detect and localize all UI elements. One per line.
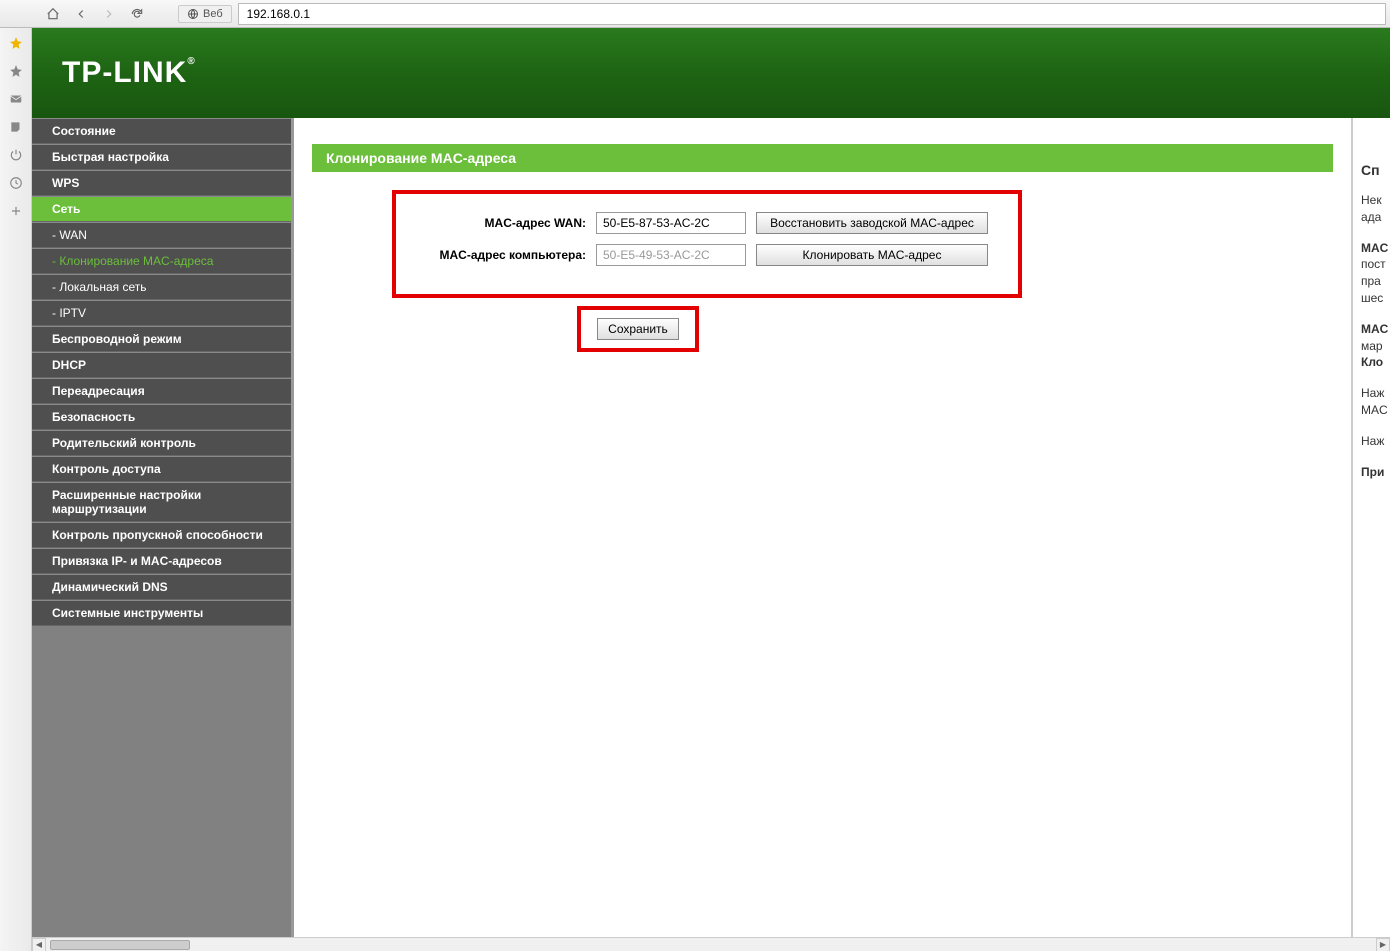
sidebar-item-access-control[interactable]: Контроль доступа [32, 456, 291, 482]
sidebar-menu: Состояние Быстрая настройка WPS Сеть - W… [32, 118, 294, 937]
favorites-gold-icon[interactable] [7, 34, 25, 52]
sidebar-item-wireless[interactable]: Беспроводной режим [32, 326, 291, 352]
sidebar-item-system-tools[interactable]: Системные инструменты [32, 600, 291, 626]
sidebar-item-status[interactable]: Состояние [32, 118, 291, 144]
sidebar-item-routing[interactable]: Расширенные настройки маршрутизации [32, 482, 291, 522]
back-icon[interactable] [70, 3, 92, 25]
pc-mac-row: MAC-адрес компьютера: Клонировать MAC-ад… [426, 244, 988, 266]
scroll-track[interactable] [46, 939, 1376, 951]
address-prefix-label: Веб [203, 8, 223, 20]
sidebar-item-mac-clone[interactable]: - Клонирование MAC-адреса [32, 248, 291, 274]
save-highlight: Сохранить [577, 306, 699, 352]
mail-icon[interactable] [7, 90, 25, 108]
address-bar[interactable] [238, 3, 1386, 25]
sidebar-item-bandwidth[interactable]: Контроль пропускной способности [32, 522, 291, 548]
wan-mac-input[interactable] [596, 212, 746, 234]
sidebar-item-forwarding[interactable]: Переадресация [32, 378, 291, 404]
note-icon[interactable] [7, 118, 25, 136]
router-header: TP-LINK® [32, 28, 1390, 118]
home-icon[interactable] [42, 3, 64, 25]
sidebar-item-wan[interactable]: - WAN [32, 222, 291, 248]
sidebar-item-parental[interactable]: Родительский контроль [32, 430, 291, 456]
restore-mac-button[interactable]: Восстановить заводской MAC-адрес [756, 212, 988, 234]
sidebar-item-security[interactable]: Безопасность [32, 404, 291, 430]
wan-mac-label: MAC-адрес WAN: [426, 216, 586, 230]
tp-link-logo: TP-LINK® [62, 56, 196, 90]
sidebar-item-wps[interactable]: WPS [32, 170, 291, 196]
clone-mac-button[interactable]: Клонировать MAC-адрес [756, 244, 988, 266]
sidebar-item-ddns[interactable]: Динамический DNS [32, 574, 291, 600]
help-panel: Сп Нек ада MAC пост пра шес MAC мар Кло … [1352, 118, 1390, 937]
scroll-right-icon[interactable]: ▶ [1376, 938, 1390, 951]
save-button[interactable]: Сохранить [597, 318, 679, 340]
plus-icon[interactable] [7, 202, 25, 220]
sidebar-item-network[interactable]: Сеть [32, 196, 291, 222]
browser-toolbar: Веб [0, 0, 1390, 28]
wan-mac-row: MAC-адрес WAN: Восстановить заводской MA… [426, 212, 988, 234]
forward-icon[interactable] [98, 3, 120, 25]
sidebar-item-dhcp[interactable]: DHCP [32, 352, 291, 378]
sidebar-item-lan[interactable]: - Локальная сеть [32, 274, 291, 300]
pc-mac-input [596, 244, 746, 266]
section-title: Клонирование MAC-адреса [312, 144, 1333, 172]
main-content: Клонирование MAC-адреса MAC-адрес WAN: В… [294, 118, 1352, 937]
globe-icon [187, 8, 199, 20]
reload-icon[interactable] [126, 3, 148, 25]
scroll-thumb[interactable] [50, 940, 190, 950]
star-icon[interactable] [7, 62, 25, 80]
sidebar-item-quick-setup[interactable]: Быстрая настройка [32, 144, 291, 170]
scroll-left-icon[interactable]: ◀ [32, 938, 46, 951]
sidebar-item-ip-mac-binding[interactable]: Привязка IP- и MAC-адресов [32, 548, 291, 574]
power-icon[interactable] [7, 146, 25, 164]
mac-form-highlight: MAC-адрес WAN: Восстановить заводской MA… [392, 190, 1022, 298]
horizontal-scrollbar[interactable]: ◀ ▶ [32, 937, 1390, 951]
clock-icon[interactable] [7, 174, 25, 192]
sidebar-item-iptv[interactable]: - IPTV [32, 300, 291, 326]
help-title: Сп [1361, 162, 1386, 178]
browser-side-panel [0, 28, 32, 951]
address-prefix[interactable]: Веб [178, 5, 232, 23]
pc-mac-label: MAC-адрес компьютера: [426, 248, 586, 262]
